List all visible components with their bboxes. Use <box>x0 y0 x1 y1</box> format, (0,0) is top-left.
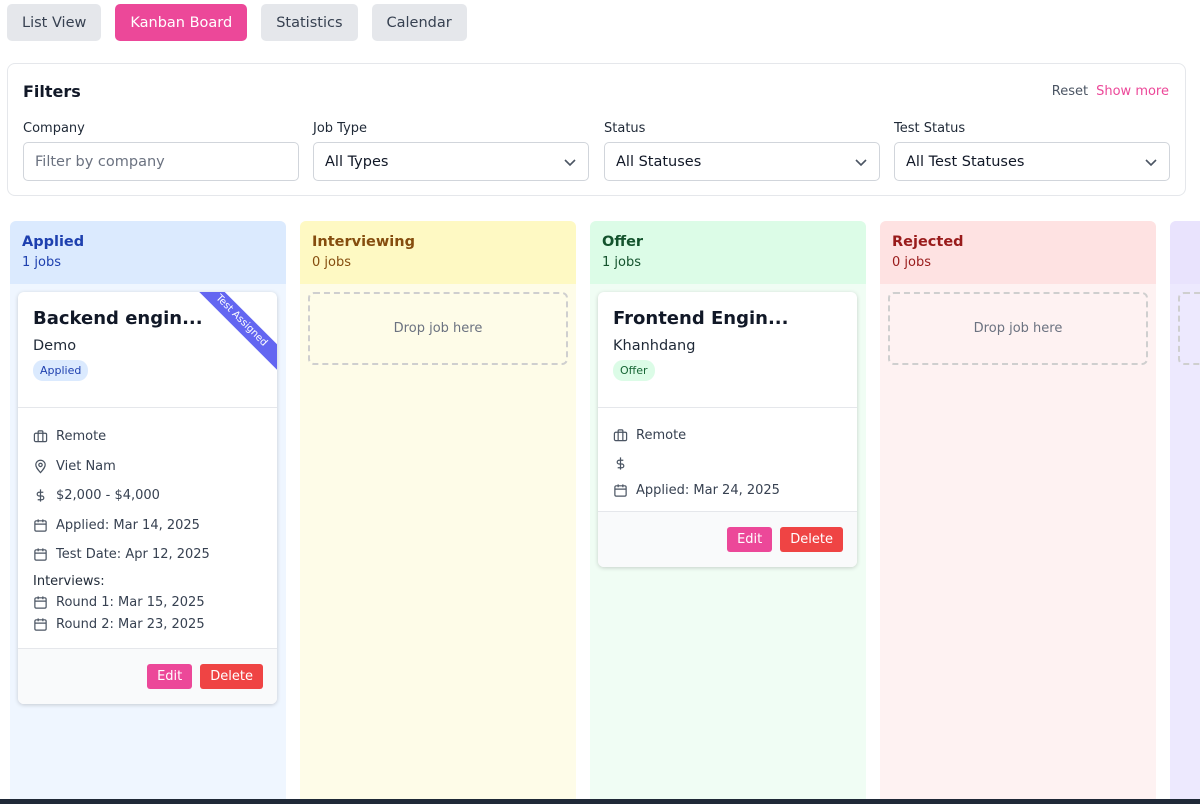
kanban-board: Applied 1 jobs Test Assigned Backend eng… <box>10 221 1200 804</box>
filters-title: Filters <box>23 82 81 101</box>
work-mode-row: Remote <box>613 422 842 450</box>
bottom-bar <box>0 799 1200 804</box>
company-name: Demo <box>33 338 77 354</box>
column-title: Offer <box>602 234 644 250</box>
work-mode-row: Remote <box>33 422 262 452</box>
company-filter-input[interactable]: Filter by company <box>23 142 299 181</box>
column-title: Interviewing <box>312 234 415 250</box>
tab-statistics[interactable]: Statistics <box>261 4 358 41</box>
card-details: Remote Applied: Mar 24, 2025 <box>598 408 857 511</box>
edit-button[interactable]: Edit <box>147 664 193 689</box>
column-rejected: Rejected 0 jobs Drop job here <box>880 221 1156 804</box>
interview-round: Round 2: Mar 23, 2025 <box>33 614 262 636</box>
column-next-partial <box>1170 221 1200 804</box>
card-header: Test Assigned Backend engin... Demo Appl… <box>18 292 277 408</box>
company-name: Khanhdang <box>613 338 696 354</box>
job-card-frontend[interactable]: Frontend Engin... Khanhdang Offer Remote… <box>598 292 857 567</box>
test-status-value: All Test Statuses <box>906 153 1025 170</box>
calendar-icon <box>34 596 47 609</box>
job-type-filter-label: Job Type <box>313 121 368 136</box>
dollar-icon <box>36 489 45 502</box>
applied-date-row: Applied: Mar 24, 2025 <box>613 477 842 505</box>
applied-date-row: Applied: Mar 14, 2025 <box>33 511 262 541</box>
calendar-icon <box>34 548 47 561</box>
applied-date: Applied: Mar 24, 2025 <box>636 483 780 499</box>
column-header <box>1170 221 1200 284</box>
interview-round: Round 1: Mar 15, 2025 <box>33 592 262 614</box>
dollar-icon <box>616 457 625 470</box>
calendar-icon <box>34 618 47 631</box>
status-badge: Applied <box>33 360 89 381</box>
delete-button[interactable]: Delete <box>200 664 263 689</box>
interview-round-text: Round 2: Mar 23, 2025 <box>56 617 205 632</box>
column-count: 0 jobs <box>312 255 351 270</box>
calendar-icon <box>614 484 627 497</box>
status-select[interactable]: All Statuses <box>604 142 880 181</box>
map-pin-icon <box>35 459 46 474</box>
column-header: Applied 1 jobs <box>10 221 286 284</box>
job-title: Frontend Engin... <box>613 308 789 329</box>
column-applied: Applied 1 jobs Test Assigned Backend eng… <box>10 221 286 804</box>
filters-panel: Filters Reset Show more Company Filter b… <box>7 63 1186 196</box>
job-type-value: All Types <box>325 153 389 170</box>
status-value: All Statuses <box>616 153 702 170</box>
chevron-down-icon <box>564 158 576 166</box>
chevron-down-icon <box>855 158 867 166</box>
card-details: Remote Viet Nam $2,000 - $4,000 Applied:… <box>18 408 277 648</box>
column-offer: Offer 1 jobs Frontend Engin... Khanhdang… <box>590 221 866 804</box>
status-filter: Status All Statuses <box>604 121 880 181</box>
column-interviewing: Interviewing 0 jobs Drop job here <box>300 221 576 804</box>
company-filter-label: Company <box>23 121 85 136</box>
card-header: Frontend Engin... Khanhdang Offer <box>598 292 857 408</box>
applied-date: Applied: Mar 14, 2025 <box>56 517 200 533</box>
interviews-label: Interviews: <box>33 573 105 589</box>
salary-row <box>613 450 842 478</box>
briefcase-icon <box>33 430 48 443</box>
column-header: Rejected 0 jobs <box>880 221 1156 284</box>
salary-row: $2,000 - $4,000 <box>33 481 262 511</box>
work-mode: Remote <box>56 429 107 445</box>
location: Viet Nam <box>56 458 116 474</box>
show-more-link[interactable]: Show more <box>1096 84 1169 99</box>
salary: $2,000 - $4,000 <box>56 488 160 504</box>
test-date: Test Date: Apr 12, 2025 <box>56 547 210 563</box>
company-filter: Company Filter by company <box>23 121 299 181</box>
work-mode: Remote <box>636 428 687 444</box>
filters-actions: Reset Show more <box>1052 84 1169 99</box>
delete-button[interactable]: Delete <box>780 527 843 552</box>
column-header: Offer 1 jobs <box>590 221 866 284</box>
column-header: Interviewing 0 jobs <box>300 221 576 284</box>
reset-link[interactable]: Reset <box>1052 84 1088 99</box>
test-status-filter: Test Status All Test Statuses <box>894 121 1170 181</box>
column-count: 0 jobs <box>892 255 931 270</box>
job-card-backend[interactable]: Test Assigned Backend engin... Demo Appl… <box>18 292 277 704</box>
tab-list-view[interactable]: List View <box>7 4 102 41</box>
column-title: Rejected <box>892 234 964 250</box>
edit-button[interactable]: Edit <box>727 527 773 552</box>
test-status-select[interactable]: All Test Statuses <box>894 142 1170 181</box>
card-actions: Edit Delete <box>598 511 857 567</box>
status-badge: Offer <box>613 360 655 381</box>
calendar-icon <box>34 519 47 532</box>
chevron-down-icon <box>1145 158 1157 166</box>
tab-kanban-board[interactable]: Kanban Board <box>115 4 248 41</box>
interview-round-text: Round 1: Mar 15, 2025 <box>56 595 205 610</box>
job-type-filter: Job Type All Types <box>313 121 589 181</box>
job-type-select[interactable]: All Types <box>313 142 589 181</box>
briefcase-icon <box>613 429 628 442</box>
test-assigned-ribbon: Test Assigned <box>185 292 277 377</box>
test-date-row: Test Date: Apr 12, 2025 <box>33 540 262 570</box>
status-filter-label: Status <box>604 121 646 136</box>
drop-zone[interactable] <box>1178 292 1200 365</box>
tab-calendar[interactable]: Calendar <box>371 4 467 41</box>
drop-zone[interactable]: Drop job here <box>308 292 568 365</box>
test-status-filter-label: Test Status <box>894 121 966 136</box>
column-count: 1 jobs <box>602 255 641 270</box>
column-count: 1 jobs <box>22 255 61 270</box>
location-row: Viet Nam <box>33 452 262 482</box>
card-actions: Edit Delete <box>18 648 277 704</box>
column-title: Applied <box>22 234 85 250</box>
drop-zone[interactable]: Drop job here <box>888 292 1148 365</box>
view-tabs: List View Kanban Board Statistics Calend… <box>7 4 467 41</box>
